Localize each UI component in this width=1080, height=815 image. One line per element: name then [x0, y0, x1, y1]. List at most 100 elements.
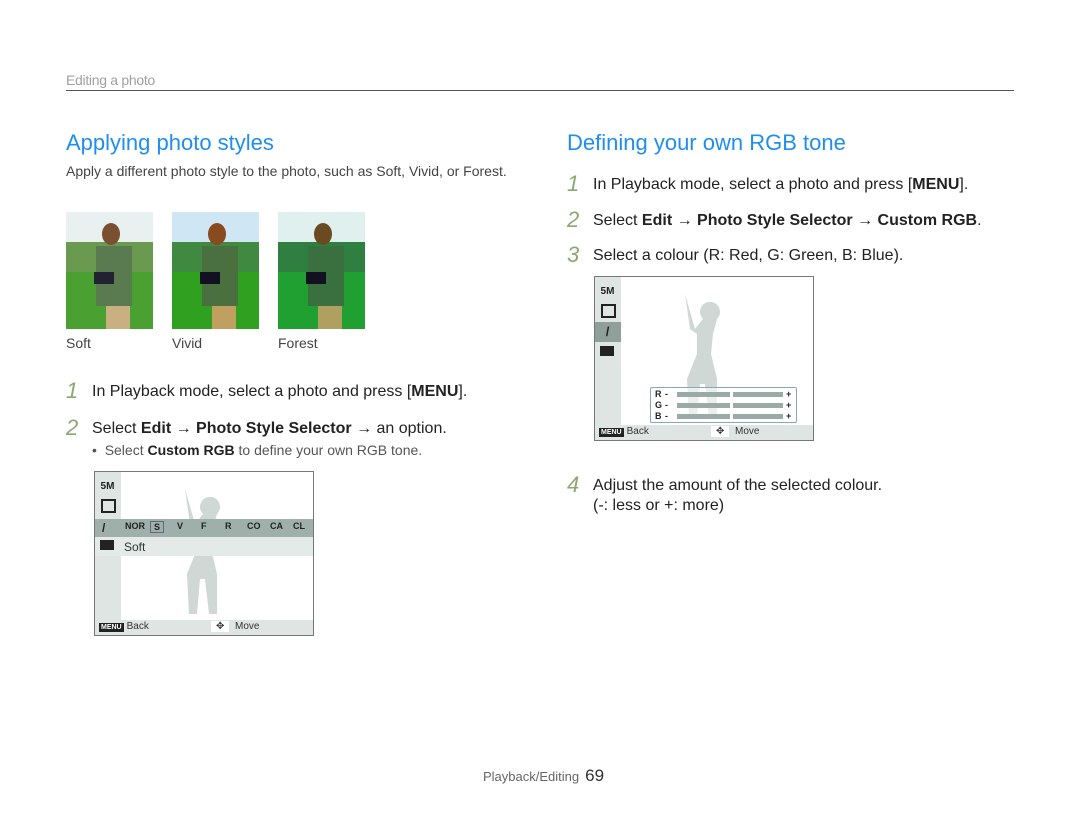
menu-path-edit: Edit — [140, 420, 172, 437]
right-step-4-detail: (-: less or +: more) — [593, 497, 725, 514]
step-text: ]. — [959, 176, 969, 193]
menu-path-photo-style-selector: Photo Style Selector — [697, 212, 853, 229]
style-option-classic[interactable]: CL — [293, 521, 305, 531]
header-divider — [66, 90, 1014, 91]
left-step-1: 1 In Playback mode, select a photo and pr… — [66, 378, 467, 404]
right-step-1: 1 In Playback mode, select a photo and pr… — [567, 171, 968, 197]
style-options-row: / NOR S V F R CO CA CL — [95, 519, 313, 537]
step-number: 1 — [567, 171, 580, 196]
green-slider-thumb[interactable] — [730, 402, 733, 409]
intro-text: Apply a different photo style to the pho… — [66, 163, 507, 179]
step-text: In Playback mode, select a photo and pre… — [92, 383, 412, 400]
blue-slider-thumb[interactable] — [730, 413, 733, 420]
step-number: 3 — [567, 242, 580, 267]
step-text: In Playback mode, select a photo and pre… — [593, 176, 913, 193]
photo-style-icon: / — [605, 324, 610, 339]
back-label[interactable]: Back — [127, 621, 149, 632]
plus-icon: + — [786, 389, 792, 399]
step-number: 2 — [66, 415, 79, 440]
plus-icon: + — [786, 400, 792, 410]
step-text: Select — [92, 420, 141, 437]
style-option-calm[interactable]: CA — [270, 521, 283, 531]
minus-icon: - — [665, 400, 668, 410]
step-text: Select a colour (R: Red, G: Green, B: Bl… — [593, 247, 904, 264]
style-option-cool[interactable]: CO — [247, 521, 261, 531]
defining-rgb-tone-heading: Defining your own RGB tone — [567, 130, 846, 155]
step-text: . — [977, 212, 982, 229]
custom-rgb-icon — [100, 540, 114, 550]
style-option-retro[interactable]: R — [225, 521, 232, 531]
arrow: → — [672, 212, 698, 229]
caption-vivid: Vivid — [172, 335, 203, 351]
thumbnail-vivid — [172, 212, 259, 329]
menu-key-label: MENU — [411, 383, 459, 400]
right-step-2: 2 Select Edit → Photo Style Selector → Cu… — [567, 207, 982, 233]
right-step-4: 4 Adjust the amount of the selected colou… — [567, 472, 882, 498]
footer-section: Playback/Editing — [483, 769, 580, 784]
menu-key-icon: MENU — [99, 623, 124, 632]
style-option-vivid[interactable]: V — [177, 521, 183, 531]
minus-icon: - — [665, 411, 668, 421]
camera-screen-custom-rgb: 5M / R - + G - + B - + MENU Back ✥ Move — [594, 276, 814, 441]
arrow: → — [171, 420, 197, 437]
bullet-text: Select — [104, 442, 148, 458]
back-label[interactable]: Back — [627, 426, 649, 437]
move-label: Move — [735, 426, 760, 437]
bullet-icon: • — [92, 442, 105, 458]
section-label: Editing a photo — [66, 72, 155, 88]
menu-path-custom-rgb: Custom RGB — [877, 212, 978, 229]
arrow: → — [852, 212, 878, 229]
step-text: Adjust the amount of the selected colour… — [593, 477, 883, 494]
screen-bottom-bar: MENU Back ✥ Move — [595, 425, 813, 440]
custom-rgb-label: Custom RGB — [147, 442, 235, 458]
resolution-5m-icon: 5M — [100, 481, 115, 492]
menu-path-edit: Edit — [641, 212, 673, 229]
screen-bottom-bar: MENU Back ✥ Move — [95, 620, 313, 635]
left-step-2: 2 Select Edit → Photo Style Selector → an… — [66, 415, 447, 441]
green-slider[interactable] — [677, 402, 783, 409]
blue-slider[interactable] — [677, 413, 783, 420]
page-number: 69 — [585, 766, 605, 785]
minus-icon: - — [665, 389, 668, 399]
menu-key-icon: MENU — [599, 428, 624, 437]
rgb-row-red[interactable]: R - + — [655, 389, 791, 399]
step-number: 4 — [567, 472, 580, 497]
dpad-move-icon: ✥ — [711, 426, 730, 437]
green-label: G — [655, 400, 663, 410]
blue-label: B — [655, 411, 662, 421]
applying-photo-styles-heading: Applying photo styles — [66, 130, 274, 155]
style-option-soft-selected[interactable]: S — [150, 521, 165, 533]
step-text: ]. — [458, 383, 468, 400]
red-label: R — [655, 389, 662, 399]
custom-rgb-icon — [600, 346, 614, 356]
photo-style-icon: / — [102, 521, 106, 535]
style-option-forest[interactable]: F — [201, 521, 207, 531]
rgb-adjust-panel: R - + G - + B - + — [650, 387, 797, 423]
menu-key-label: MENU — [912, 176, 960, 193]
page-footer: Playback/Editing 69 — [483, 766, 604, 786]
caption-soft: Soft — [66, 335, 91, 351]
step-number: 1 — [66, 378, 79, 403]
move-label: Move — [235, 621, 260, 632]
thumbnail-forest — [278, 212, 365, 329]
bullet-text: to define your own RGB tone. — [234, 442, 423, 458]
rgb-row-blue[interactable]: B - + — [655, 411, 791, 421]
rotate-icon — [601, 304, 616, 318]
left-bullet: • Select Custom RGB to define your own R… — [92, 442, 422, 458]
red-slider-thumb[interactable] — [730, 391, 733, 398]
red-slider[interactable] — [677, 391, 783, 398]
right-step-3: 3 Select a colour (R: Red, G: Green, B: B… — [567, 242, 903, 268]
plus-icon: + — [786, 411, 792, 421]
menu-path-photo-style-selector: Photo Style Selector — [196, 420, 352, 437]
selected-style-label: Soft — [124, 540, 146, 554]
selected-style-row: Soft — [95, 537, 313, 556]
rgb-row-green[interactable]: G - + — [655, 400, 791, 410]
rotate-icon — [101, 499, 116, 513]
caption-forest: Forest — [278, 335, 318, 351]
step-number: 2 — [567, 207, 580, 232]
style-option-normal[interactable]: NOR — [125, 521, 145, 531]
thumbnail-soft — [66, 212, 153, 329]
step-text: → an option. — [351, 420, 447, 437]
dpad-move-icon: ✥ — [211, 621, 230, 632]
resolution-5m-icon: 5M — [600, 286, 615, 297]
